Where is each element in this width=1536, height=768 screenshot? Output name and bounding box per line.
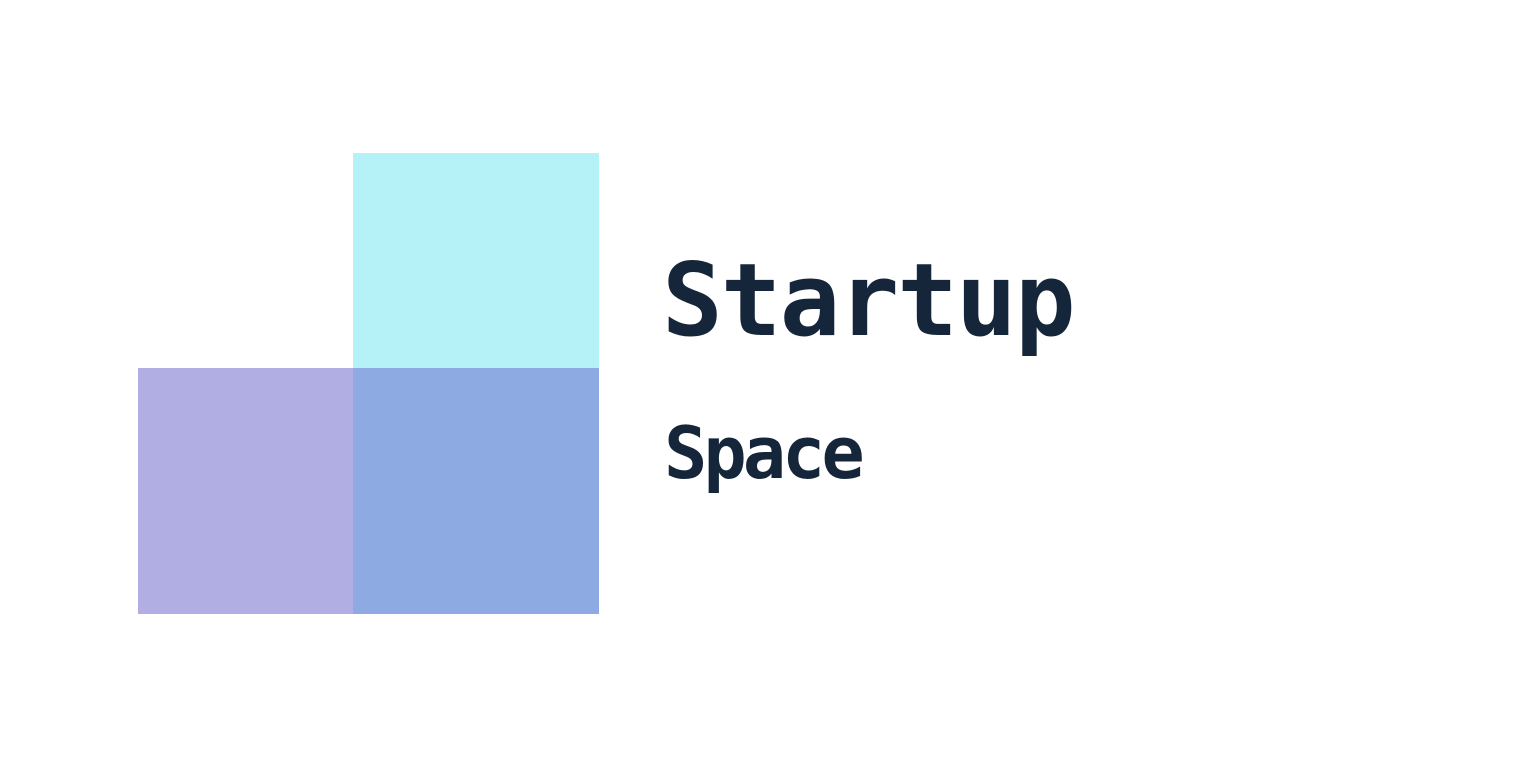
logo-canvas: Startup Space bbox=[0, 0, 1536, 768]
brand-primary-word: Startup bbox=[662, 241, 1076, 359]
logo-square-top bbox=[353, 153, 599, 368]
logo-mark-graphic bbox=[138, 153, 599, 614]
logo-square-left bbox=[138, 368, 353, 614]
brand-secondary-word: Space bbox=[664, 411, 865, 495]
logo-square-overlap bbox=[353, 368, 599, 614]
